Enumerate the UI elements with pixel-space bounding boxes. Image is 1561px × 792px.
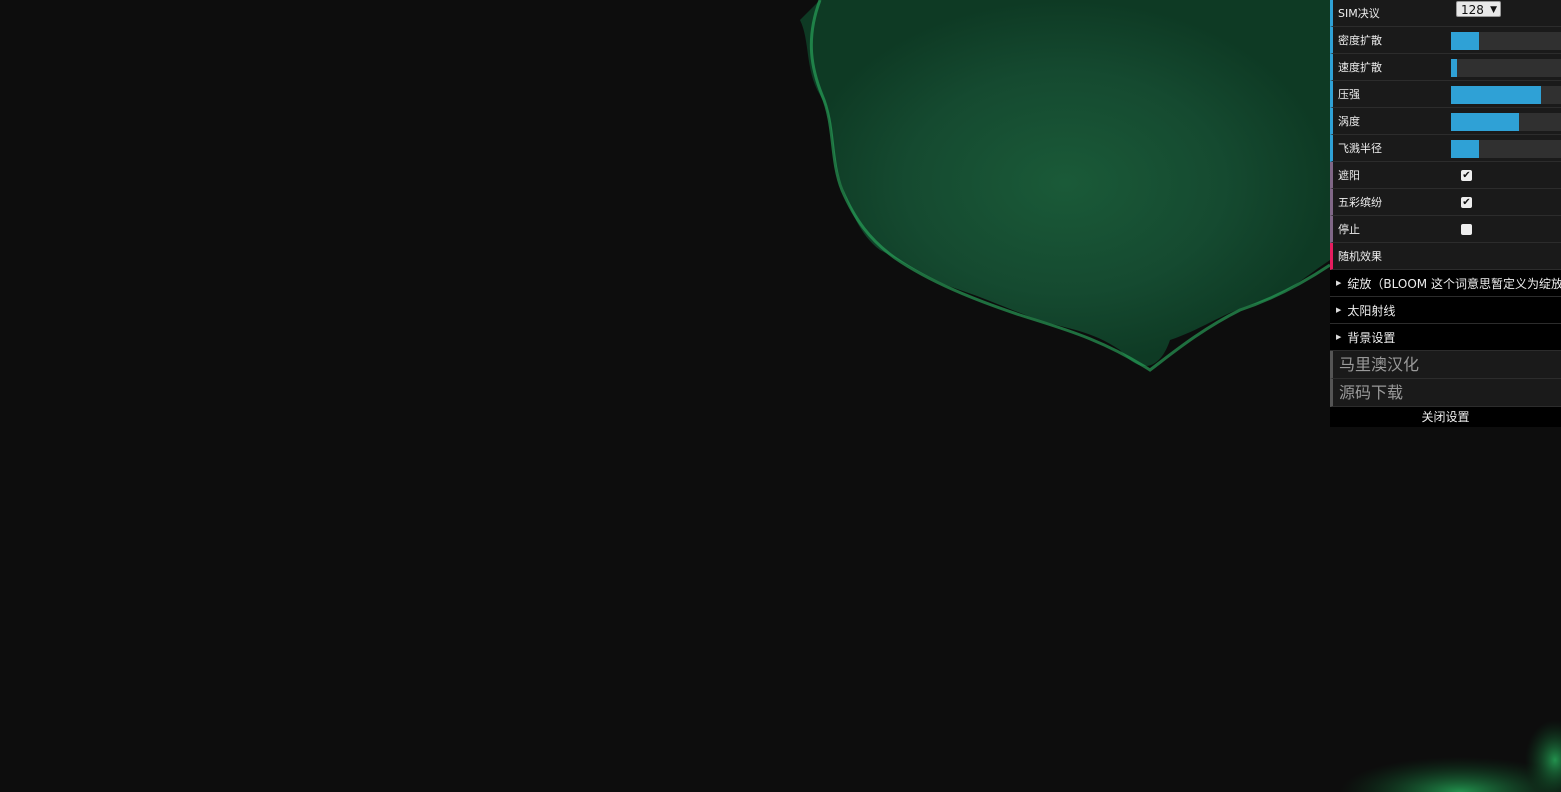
folder-sunrays-label: 太阳射线 xyxy=(1347,303,1396,318)
folder-background[interactable]: ▶ 背景设置 xyxy=(1330,324,1561,351)
link-localization[interactable]: 马里澳汉化 xyxy=(1330,351,1561,379)
colorful-label: 五彩缤纷 xyxy=(1338,195,1382,209)
sim-resolution-row: SIM决议 128 ▼ xyxy=(1330,0,1561,27)
triangle-right-icon: ▶ xyxy=(1336,333,1342,341)
velocity-diffusion-slider[interactable] xyxy=(1451,59,1561,77)
density-diffusion-slider[interactable] xyxy=(1451,32,1561,50)
chevron-down-icon: ▼ xyxy=(1490,5,1497,15)
velocity-diffusion-label: 速度扩散 xyxy=(1338,60,1382,74)
shading-row: 遮阳 ✔ xyxy=(1330,162,1561,189)
close-settings-button[interactable]: 关闭设置 xyxy=(1330,407,1561,427)
shading-checkbox[interactable]: ✔ xyxy=(1461,170,1472,181)
shading-label: 遮阳 xyxy=(1338,168,1360,182)
splat-radius-label: 飞溅半径 xyxy=(1338,141,1382,155)
density-diffusion-slider-fill xyxy=(1451,32,1480,50)
velocity-diffusion-slider-fill xyxy=(1451,59,1457,77)
link-source-download[interactable]: 源码下载 xyxy=(1330,379,1561,407)
splat-radius-row: 飞溅半径 xyxy=(1330,135,1561,162)
pressure-label: 压强 xyxy=(1338,87,1360,101)
pressure-row: 压强 xyxy=(1330,81,1561,108)
link-source-download-label: 源码下载 xyxy=(1339,382,1404,402)
curl-slider[interactable] xyxy=(1451,113,1561,131)
folder-sunrays[interactable]: ▶ 太阳射线 xyxy=(1330,297,1561,324)
splat-radius-slider-fill xyxy=(1451,140,1480,158)
curl-slider-fill xyxy=(1451,113,1519,131)
velocity-diffusion-row: 速度扩散 xyxy=(1330,54,1561,81)
folder-bloom-label: 绽放（BLOOM 这个词意思暂定义为绽放） xyxy=(1347,276,1561,291)
paused-label: 停止 xyxy=(1338,222,1360,236)
folder-bloom[interactable]: ▶ 绽放（BLOOM 这个词意思暂定义为绽放） xyxy=(1330,270,1561,297)
pressure-slider-fill xyxy=(1451,86,1542,104)
random-splats-button[interactable]: 随机效果 xyxy=(1330,243,1561,270)
curl-row: 涡度 xyxy=(1330,108,1561,135)
paused-row: 停止 xyxy=(1330,216,1561,243)
paused-checkbox[interactable] xyxy=(1461,224,1472,235)
density-diffusion-label: 密度扩散 xyxy=(1338,33,1382,47)
triangle-right-icon: ▶ xyxy=(1336,279,1342,287)
settings-panel: SIM决议 128 ▼ 密度扩散 速度扩散 压强 涡度 飞溅半径 遮阳 ✔ 五彩缤纷 ✔ 停止 … xyxy=(1330,0,1561,427)
folder-background-label: 背景设置 xyxy=(1347,330,1396,345)
colorful-row: 五彩缤纷 ✔ xyxy=(1330,189,1561,216)
splat-radius-slider[interactable] xyxy=(1451,140,1561,158)
triangle-right-icon: ▶ xyxy=(1336,306,1342,314)
pressure-slider[interactable] xyxy=(1451,86,1561,104)
random-splats-label: 随机效果 xyxy=(1338,249,1382,263)
density-diffusion-row: 密度扩散 xyxy=(1330,27,1561,54)
sim-resolution-label: SIM决议 xyxy=(1338,6,1380,20)
link-localization-label: 马里澳汉化 xyxy=(1339,354,1420,374)
curl-label: 涡度 xyxy=(1338,114,1360,128)
fluid-canvas[interactable] xyxy=(0,0,1561,792)
colorful-checkbox[interactable]: ✔ xyxy=(1461,197,1472,208)
sim-resolution-value: 128 xyxy=(1461,3,1484,17)
sim-resolution-select[interactable]: 128 ▼ xyxy=(1456,1,1501,17)
